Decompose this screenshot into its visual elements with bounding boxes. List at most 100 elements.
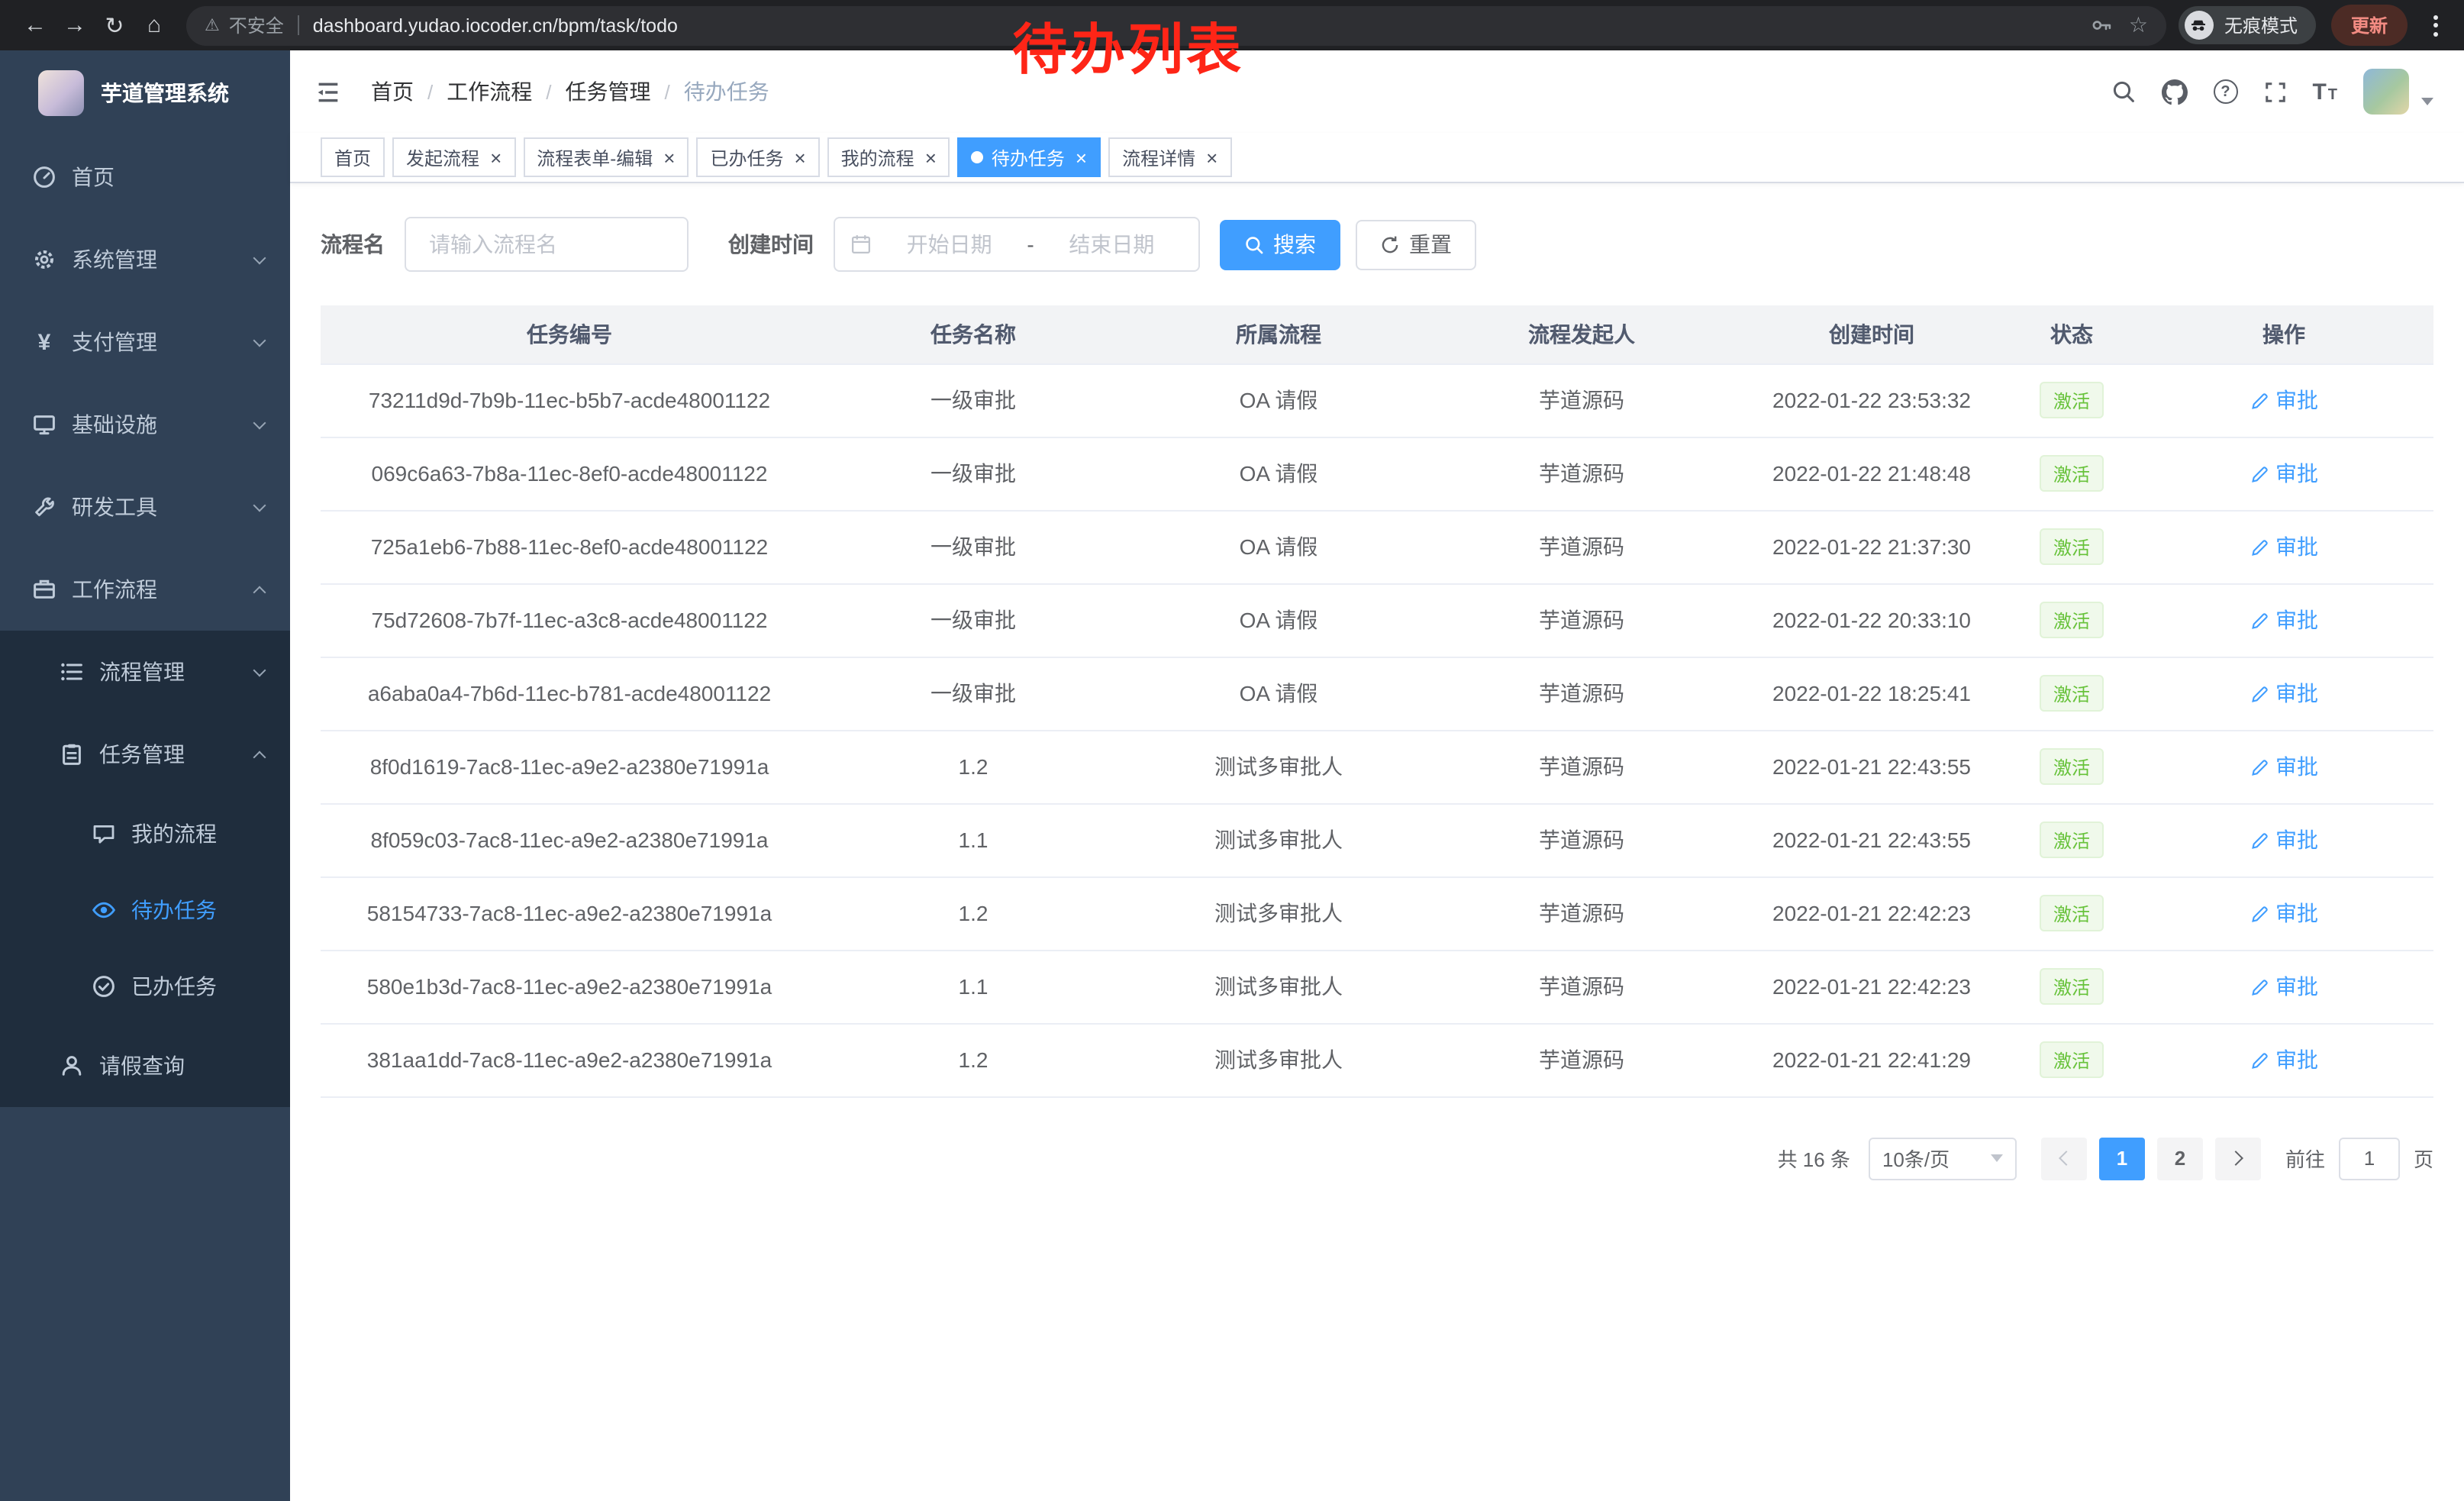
logo-avatar [38, 70, 84, 116]
cell-process: 测试多审批人 [1128, 876, 1429, 950]
tab-initiate-process[interactable]: 发起流程 × [392, 137, 515, 177]
user-avatar[interactable] [2363, 69, 2433, 115]
chevron-up-icon [253, 750, 266, 763]
create-time-label: 创建时间 [728, 229, 814, 260]
page-button-2[interactable]: 2 [2157, 1137, 2203, 1180]
sidebar-item-label: 基础设施 [72, 409, 157, 440]
column-header-task-id: 任务编号 [321, 305, 818, 363]
font-size-icon[interactable]: TT [2312, 80, 2337, 103]
cell-starter: 芋道源码 [1429, 583, 1734, 657]
caret-down-icon [1991, 1154, 2003, 1162]
close-icon[interactable]: × [925, 147, 937, 167]
close-icon[interactable]: × [1076, 147, 1087, 167]
eye-icon [92, 898, 116, 922]
sidebar-item-my-process[interactable]: 我的流程 [0, 796, 290, 872]
breadcrumb-home[interactable]: 首页 [371, 76, 414, 107]
process-name-input[interactable] [405, 217, 689, 272]
start-date-input[interactable]: 开始日期 [878, 229, 1021, 260]
chevron-right-icon [2228, 1151, 2243, 1166]
sidebar-item-infrastructure[interactable]: 基础设施 [0, 383, 290, 466]
table-row: 73211d9d-7b9b-11ec-b5b7-acde48001122 一级审… [321, 363, 2433, 437]
browser-menu-icon[interactable] [2421, 10, 2449, 40]
cell-process: 测试多审批人 [1128, 1023, 1429, 1096]
cell-starter: 芋道源码 [1429, 510, 1734, 583]
cell-starter: 芋道源码 [1429, 803, 1734, 876]
sidebar-item-leave-query[interactable]: 请假查询 [0, 1025, 290, 1107]
cell-create-time: 2022-01-22 21:37:30 [1734, 510, 2009, 583]
close-icon[interactable]: × [1206, 147, 1217, 167]
column-header-create-time: 创建时间 [1734, 305, 2009, 363]
tab-process-detail[interactable]: 流程详情 × [1108, 137, 1231, 177]
breadcrumb-task-management[interactable]: 任务管理 [566, 76, 651, 107]
next-page-button[interactable] [2215, 1137, 2261, 1180]
browser-reload-icon[interactable]: ↻ [95, 5, 134, 45]
sidebar: 芋道管理系统 首页 系统管理 ¥ 支付管理 基础设施 [0, 50, 290, 1501]
approve-button[interactable]: 审批 [2250, 385, 2318, 415]
approve-button[interactable]: 审批 [2250, 1044, 2318, 1075]
fullscreen-icon[interactable] [2263, 80, 2286, 103]
github-icon[interactable] [2161, 79, 2187, 105]
briefcase-icon [32, 577, 56, 602]
date-range-picker[interactable]: 开始日期 - 结束日期 [834, 217, 1200, 272]
sidebar-item-payment[interactable]: ¥ 支付管理 [0, 301, 290, 383]
browser-update-button[interactable]: 更新 [2331, 5, 2408, 46]
page-button-1[interactable]: 1 [2099, 1137, 2145, 1180]
help-icon[interactable]: ? [2213, 79, 2237, 104]
approve-button[interactable]: 审批 [2250, 898, 2318, 928]
browser-back-icon[interactable]: ← [15, 5, 55, 45]
close-icon[interactable]: × [490, 147, 502, 167]
cell-create-time: 2022-01-21 22:42:23 [1734, 876, 2009, 950]
sidebar-item-todo-tasks[interactable]: 待办任务 [0, 872, 290, 948]
hamburger-icon[interactable] [313, 77, 342, 106]
sidebar-item-devtools[interactable]: 研发工具 [0, 466, 290, 548]
browser-home-icon[interactable]: ⌂ [134, 5, 174, 45]
prev-page-button[interactable] [2041, 1137, 2087, 1180]
dashboard-icon [32, 165, 56, 189]
approve-button[interactable]: 审批 [2250, 825, 2318, 855]
close-icon[interactable]: × [794, 147, 805, 167]
close-icon[interactable]: × [663, 147, 675, 167]
tab-label: 发起流程 [406, 144, 479, 170]
approve-button[interactable]: 审批 [2250, 458, 2318, 489]
approve-button[interactable]: 审批 [2250, 531, 2318, 562]
sidebar-item-label: 工作流程 [72, 574, 157, 605]
app-logo[interactable]: 芋道管理系统 [0, 50, 290, 136]
incognito-badge: 无痕模式 [2179, 6, 2316, 44]
cell-process: OA 请假 [1128, 657, 1429, 730]
search-button[interactable]: 搜索 [1220, 219, 1340, 270]
bookmark-star-icon[interactable]: ☆ [2129, 5, 2148, 45]
password-key-icon[interactable] [2091, 14, 2114, 37]
sidebar-item-system[interactable]: 系统管理 [0, 218, 290, 301]
sidebar-item-workflow[interactable]: 工作流程 [0, 548, 290, 631]
sidebar-item-done-tasks[interactable]: 已办任务 [0, 948, 290, 1025]
approve-button[interactable]: 审批 [2250, 605, 2318, 635]
tab-todo-tasks[interactable]: 待办任务 × [958, 137, 1101, 177]
tab-process-form-edit[interactable]: 流程表单-编辑 × [523, 137, 689, 177]
search-icon[interactable] [2111, 79, 2135, 104]
tab-done-tasks[interactable]: 已办任务 × [696, 137, 819, 177]
breadcrumb-separator: / [427, 80, 433, 103]
tab-my-process[interactable]: 我的流程 × [827, 137, 950, 177]
reset-button[interactable]: 重置 [1356, 219, 1476, 270]
cell-task-id: 725a1eb6-7b88-11ec-8ef0-acde48001122 [321, 510, 818, 583]
cell-starter: 芋道源码 [1429, 730, 1734, 803]
cell-task-name: 一级审批 [818, 363, 1128, 437]
approve-button[interactable]: 审批 [2250, 678, 2318, 709]
approve-button[interactable]: 审批 [2250, 971, 2318, 1002]
browser-forward-icon[interactable]: → [55, 5, 95, 45]
cell-process: 测试多审批人 [1128, 803, 1429, 876]
sidebar-item-task-management[interactable]: 任务管理 [0, 713, 290, 796]
page-size-select[interactable]: 10条/页 [1869, 1137, 2017, 1180]
sidebar-item-home[interactable]: 首页 [0, 136, 290, 218]
monitor-icon [32, 412, 56, 437]
tab-home[interactable]: 首页 [321, 137, 385, 177]
goto-page-input[interactable] [2339, 1137, 2400, 1180]
cell-starter: 芋道源码 [1429, 363, 1734, 437]
status-badge: 激活 [2040, 528, 2104, 565]
end-date-input[interactable]: 结束日期 [1040, 229, 1183, 260]
table-row: 8f059c03-7ac8-11ec-a9e2-a2380e71991a 1.1… [321, 803, 2433, 876]
sidebar-item-process-management[interactable]: 流程管理 [0, 631, 290, 713]
breadcrumb-workflow[interactable]: 工作流程 [447, 76, 532, 107]
cell-process: OA 请假 [1128, 583, 1429, 657]
approve-button[interactable]: 审批 [2250, 751, 2318, 782]
